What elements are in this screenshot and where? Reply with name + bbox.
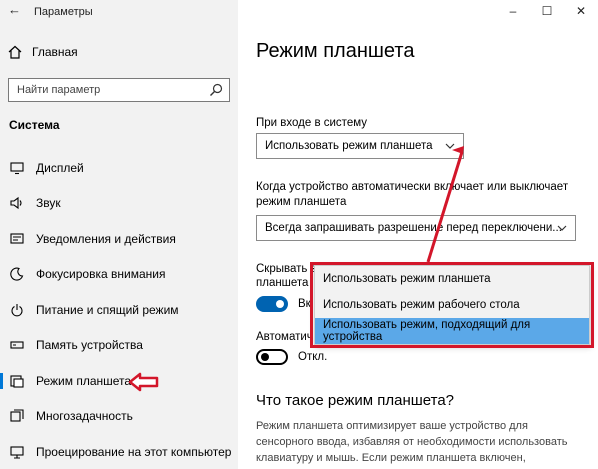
home-icon [8,45,22,59]
app-title: Параметры [34,6,93,18]
whatis-text: Режим планшета оптимизирует ваше устройс… [256,420,568,469]
auto-switch-dropdown-value: Всегда запрашивать разрешение перед пере… [265,222,562,234]
sidebar-item-label: Фокусировка внимания [36,267,166,282]
notifications-icon [10,232,24,246]
auto-hide-toggle[interactable] [256,349,288,365]
power-icon [10,303,24,317]
popup-option-appropriate[interactable]: Использовать режим, подходящий для устро… [315,318,589,344]
multitasking-icon [10,409,24,423]
focus-assist-icon [10,267,24,281]
signin-dropdown[interactable]: Использовать режим планшета [256,133,464,159]
whatis-heading: Что такое режим планшета? [256,392,455,409]
sidebar-item-notifications[interactable]: Уведомления и действия [0,221,238,257]
page-title: Режим планшета [256,40,415,62]
sidebar-item-focus-assist[interactable]: Фокусировка внимания [0,257,238,293]
sidebar-item-label: Память устройства [36,338,143,353]
search-input[interactable] [9,79,199,101]
sidebar-item-label: Проецирование на этот компьютер [36,444,232,459]
hide-icons-toggle-text: Вк [298,298,311,310]
auto-switch-label: Когда устройство автоматически включает … [256,181,569,208]
sidebar-item-sound[interactable]: Звук [0,186,238,222]
nav-list: Дисплей Звук Уведомления и действия Фоку… [0,150,238,469]
auto-switch-dropdown[interactable]: Всегда запрашивать разрешение перед пере… [256,215,576,241]
nav-home[interactable]: Главная [8,40,78,64]
sound-icon [10,196,24,210]
main-content: Режим планшета При входе в систему Испол… [238,0,598,469]
hide-icons-label: Скрывать з [256,263,316,275]
projecting-icon [10,445,24,459]
sidebar-item-projecting[interactable]: Проецирование на этот компьютер [0,434,238,469]
signin-dropdown-value: Использовать режим планшета [265,140,433,152]
search-icon[interactable] [209,83,223,97]
search-box[interactable] [8,78,230,102]
popup-option-desktop[interactable]: Использовать режим рабочего стола [315,292,589,318]
sidebar-item-label: Уведомления и действия [36,231,176,246]
display-icon [10,161,24,175]
sidebar-item-multitasking[interactable]: Многозадачность [0,399,238,435]
hide-icons-toggle[interactable] [256,296,288,312]
sidebar-item-label: Режим планшета [36,373,132,388]
sidebar-item-label: Дисплей [36,160,84,175]
section-title: Система [9,118,60,132]
chevron-down-icon [445,143,455,149]
sidebar-item-label: Звук [36,196,61,211]
storage-icon [10,338,24,352]
sidebar-item-label: Многозадачность [36,409,133,424]
nav-home-label: Главная [32,45,78,59]
signin-options-popup: Использовать режим планшета Использовать… [314,265,590,345]
signin-label: При входе в систему [256,117,368,129]
tablet-mode-icon [10,374,24,388]
auto-hide-toggle-text: Откл. [298,351,328,363]
sidebar-item-storage[interactable]: Память устройства [0,328,238,364]
hide-icons-label-line2: планшета [256,277,309,289]
sidebar-item-tablet-mode[interactable]: Режим планшета [0,363,238,399]
popup-option-tablet[interactable]: Использовать режим планшета [315,266,589,292]
annotation-arrow-icon [128,372,159,392]
sidebar: ← Параметры Главная Система Дисплей Звук… [0,0,238,469]
sidebar-item-power[interactable]: Питание и спящий режим [0,292,238,328]
sidebar-item-display[interactable]: Дисплей [0,150,238,186]
back-arrow-icon[interactable]: ← [8,2,24,18]
chevron-down-icon [557,225,567,231]
auto-hide-label: Автоматич [256,331,313,343]
sidebar-item-label: Питание и спящий режим [36,302,179,317]
